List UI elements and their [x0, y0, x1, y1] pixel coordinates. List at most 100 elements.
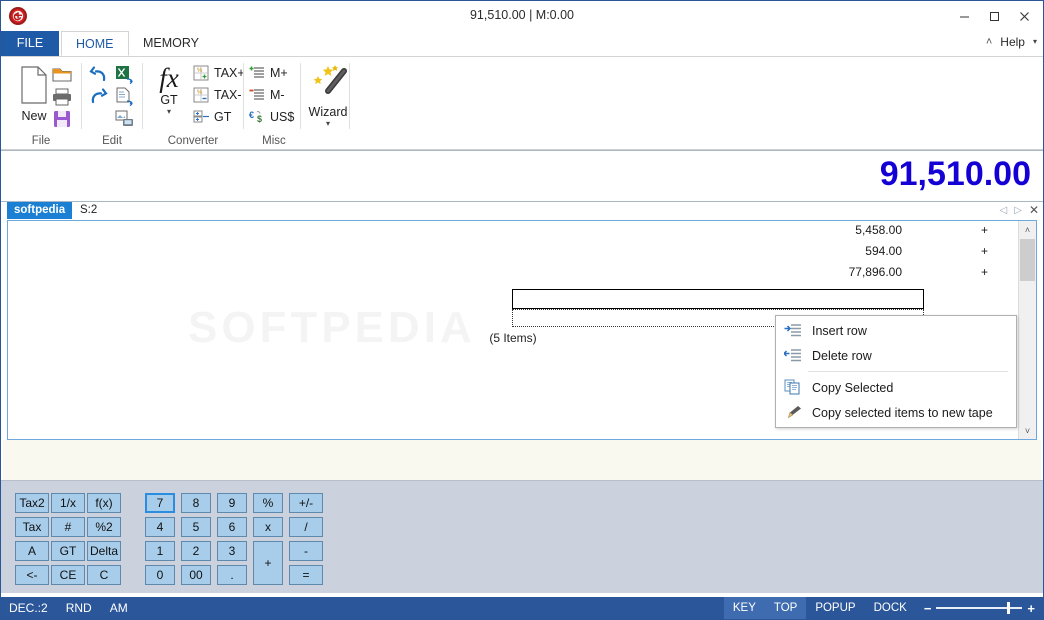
tape-close-icon[interactable]: ✕	[1029, 203, 1039, 217]
key-tax2[interactable]: Tax2	[15, 493, 49, 513]
export-screen-button[interactable]	[114, 109, 138, 131]
tax-minus-button[interactable]: % TAX-	[193, 87, 242, 103]
tax-plus-icon: %	[193, 65, 209, 81]
help-caret-icon[interactable]: ▾	[1033, 38, 1037, 46]
minimize-button[interactable]	[949, 3, 979, 29]
key-backspace[interactable]: <-	[15, 565, 49, 585]
key-add[interactable]: +	[253, 541, 283, 585]
key-inverse[interactable]: 1/x	[51, 493, 85, 513]
status-rounding[interactable]: RND	[66, 601, 92, 615]
tab-home[interactable]: HOME	[61, 31, 129, 56]
table-row[interactable]: 77,896.00 +	[8, 263, 1018, 284]
key-fx[interactable]: f(x)	[87, 493, 121, 513]
open-button[interactable]	[51, 65, 75, 87]
wizard-button[interactable]: Wizard ▾	[304, 63, 352, 128]
tape-tab-bar: softpedia S:2 ◁ ▷ ✕	[1, 202, 1043, 220]
status-ampm[interactable]: AM	[110, 601, 128, 615]
key-0[interactable]: 0	[145, 565, 175, 585]
tab-memory[interactable]: MEMORY	[129, 31, 213, 56]
key-hash[interactable]: #	[51, 517, 85, 537]
key-7[interactable]: 7	[145, 493, 175, 513]
memory-minus-button[interactable]: M-	[249, 87, 285, 103]
memory-plus-button[interactable]: M+	[249, 65, 288, 81]
key-equals[interactable]: =	[289, 565, 323, 585]
key-3[interactable]: 3	[217, 541, 247, 561]
opacity-slider[interactable]: − +	[924, 601, 1035, 616]
key-tax[interactable]: Tax	[15, 517, 49, 537]
close-button[interactable]	[1009, 3, 1039, 29]
tape-footer-strip	[3, 440, 1041, 480]
tax-plus-button[interactable]: % TAX+	[193, 65, 245, 81]
gt-label: GT	[160, 93, 178, 107]
key-percent[interactable]: %	[253, 493, 283, 513]
menu-item-insert-row[interactable]: Insert row	[776, 318, 1016, 343]
tab-file[interactable]: FILE	[1, 31, 59, 56]
tape-next-icon[interactable]: ▷	[1014, 205, 1022, 216]
status-decimal[interactable]: DEC.:2	[9, 601, 48, 615]
slider-knob[interactable]	[1007, 602, 1011, 614]
status-dock-toggle[interactable]: DOCK	[865, 597, 916, 619]
wizard-label: Wizard	[308, 105, 348, 119]
status-popup-toggle[interactable]: POPUP	[806, 597, 864, 619]
tape-tab-s2[interactable]: S:2	[73, 202, 104, 219]
key-gt[interactable]: GT	[51, 541, 85, 561]
key-percent2[interactable]: %2	[87, 517, 121, 537]
menu-item-copy-selected[interactable]: Copy Selected	[776, 375, 1016, 400]
help-label[interactable]: Help	[1000, 35, 1025, 49]
status-key-toggle[interactable]: KEY	[723, 597, 765, 619]
main-display[interactable]: 91,510.00	[1, 150, 1043, 202]
tape-row-edit-box[interactable]	[512, 289, 924, 309]
menu-item-copy-to-new-tape[interactable]: Copy selected items to new tape	[776, 400, 1016, 425]
watermark-text: SOFTPEDIA	[188, 303, 476, 353]
table-row[interactable]: 5,458.00 +	[8, 221, 1018, 242]
scrollbar-thumb[interactable]	[1020, 239, 1035, 281]
undo-button[interactable]	[88, 65, 112, 87]
key-delta[interactable]: Delta	[87, 541, 121, 561]
key-6[interactable]: 6	[217, 517, 247, 537]
svg-text:%: %	[197, 90, 203, 96]
key-subtract[interactable]: -	[289, 541, 323, 561]
key-multiply[interactable]: x	[253, 517, 283, 537]
export-excel-button[interactable]	[114, 65, 138, 87]
key-4[interactable]: 4	[145, 517, 175, 537]
status-top-toggle[interactable]: TOP	[764, 597, 807, 619]
save-button[interactable]	[51, 109, 75, 131]
key-ce[interactable]: CE	[51, 565, 85, 585]
gt-caret-icon[interactable]: ▾	[146, 108, 192, 116]
key-1[interactable]: 1	[145, 541, 175, 561]
currency-button[interactable]: € $ US$	[249, 109, 294, 125]
display-value: 91,510.00	[879, 155, 1031, 193]
tape-scrollbar[interactable]: ˄ ˅	[1018, 221, 1036, 439]
key-2[interactable]: 2	[181, 541, 211, 561]
redo-button[interactable]	[88, 87, 112, 109]
table-row[interactable]: 594.00 +	[8, 242, 1018, 263]
maximize-button[interactable]	[979, 3, 1009, 29]
scroll-down-icon[interactable]: ˅	[1019, 422, 1036, 439]
key-9[interactable]: 9	[217, 493, 247, 513]
fx-gt-button[interactable]: fx GT ▾	[146, 63, 192, 116]
key-8[interactable]: 8	[181, 493, 211, 513]
slider-track[interactable]	[936, 602, 1023, 614]
tape-tab-softpedia[interactable]: softpedia	[7, 202, 73, 219]
slider-plus-label[interactable]: +	[1027, 601, 1035, 616]
export-document-icon	[116, 87, 133, 107]
tape-prev-icon[interactable]: ◁	[1000, 205, 1008, 216]
tape-row-value: 594.00	[865, 244, 902, 258]
magic-wand-icon	[313, 65, 347, 94]
slider-minus-label[interactable]: −	[924, 601, 932, 616]
key-divide[interactable]: /	[289, 517, 323, 537]
export-document-button[interactable]	[114, 87, 138, 109]
grand-total-button[interactable]: GT	[193, 109, 231, 125]
key-c[interactable]: C	[87, 565, 121, 585]
key-decimal[interactable]: .	[217, 565, 247, 585]
key-00[interactable]: 00	[181, 565, 211, 585]
wizard-caret-icon[interactable]: ▾	[304, 120, 352, 128]
key-5[interactable]: 5	[181, 517, 211, 537]
print-button[interactable]	[51, 87, 75, 109]
key-a[interactable]: A	[15, 541, 49, 561]
grand-total-label: GT	[214, 110, 232, 124]
key-plusminus[interactable]: +/-	[289, 493, 323, 513]
menu-item-delete-row[interactable]: Delete row	[776, 343, 1016, 368]
collapse-ribbon-icon[interactable]: ˄	[986, 36, 992, 48]
scroll-up-icon[interactable]: ˄	[1019, 221, 1036, 238]
